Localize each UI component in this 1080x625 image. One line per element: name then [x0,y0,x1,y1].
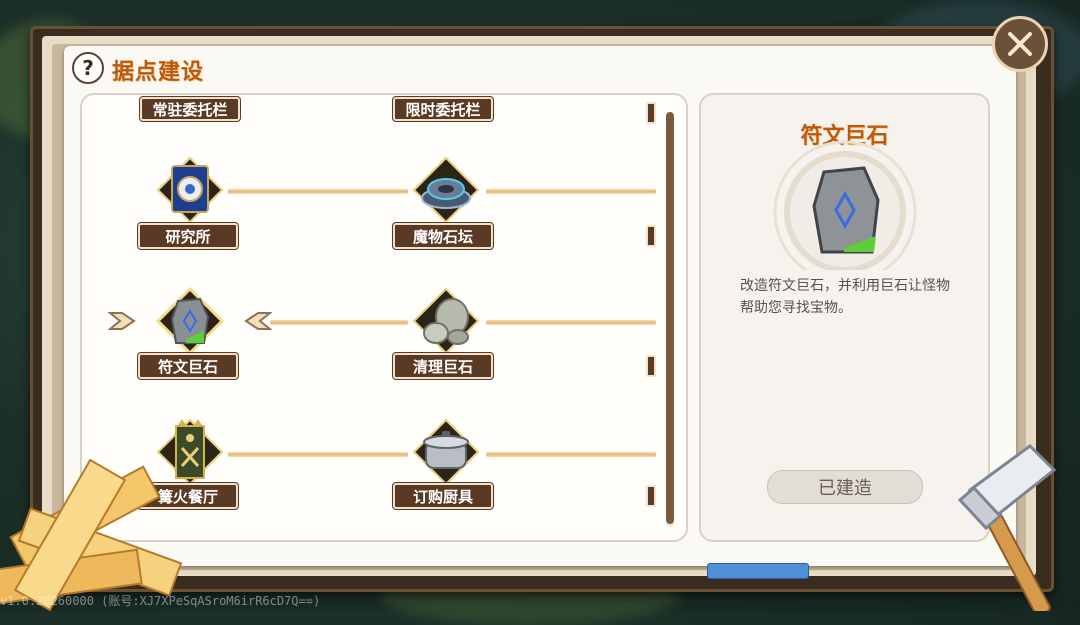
built-status-button[interactable]: 已建造 [767,470,923,504]
tree-connector [486,452,656,457]
research-book-icon[interactable] [156,156,224,224]
help-icon: ? [82,56,94,80]
chevron-left-icon [244,312,272,330]
tree-label-daily-commission[interactable]: 常驻委托栏 [140,97,240,121]
rune-stone-preview-icon [773,140,917,270]
scrollbar-thumb[interactable] [666,112,674,524]
tree-edge-tab [646,485,656,507]
tree-edge-tab [646,225,656,247]
chevron-right-icon [108,312,136,330]
rune-stone-icon[interactable] [156,287,224,355]
tree-node-clear-boulder[interactable]: 清理巨石 [393,353,493,379]
tree-connector [486,320,656,325]
tree-node-rune-stone[interactable]: 符文巨石 [138,353,238,379]
tree-connector [228,452,408,457]
cooking-pot-icon[interactable] [412,418,480,486]
hammer-decoration [957,444,1057,611]
tree-connector [228,189,408,194]
tree-node-order-cookware[interactable]: 订购厨具 [393,483,493,509]
tree-connector [270,320,408,325]
wood-planks-decoration [0,458,183,611]
version-text: v1.0.20260000 (账号:XJ7XPeSqASroM6irR6cD7Q… [0,594,321,608]
tree-node-monster-altar[interactable]: 魔物石坛 [393,223,493,249]
tree-connector [486,189,656,194]
page-title: 据点建设 [112,60,205,85]
tree-edge-tab [646,102,656,124]
close-button[interactable] [992,16,1048,72]
tree-label-limited-commission[interactable]: 限时委托栏 [393,97,493,121]
boulder-icon[interactable] [412,287,480,355]
tree-edge-tab [646,355,656,377]
page-indicator-tab[interactable] [707,563,809,579]
tree-node-research[interactable]: 研究所 [138,223,238,249]
monster-altar-icon[interactable] [412,156,480,224]
detail-description: 改造符文巨石，并利用巨石让怪物帮助您寻找宝物。 [740,278,950,316]
help-button[interactable]: ? [72,52,104,84]
close-icon [1008,32,1032,56]
